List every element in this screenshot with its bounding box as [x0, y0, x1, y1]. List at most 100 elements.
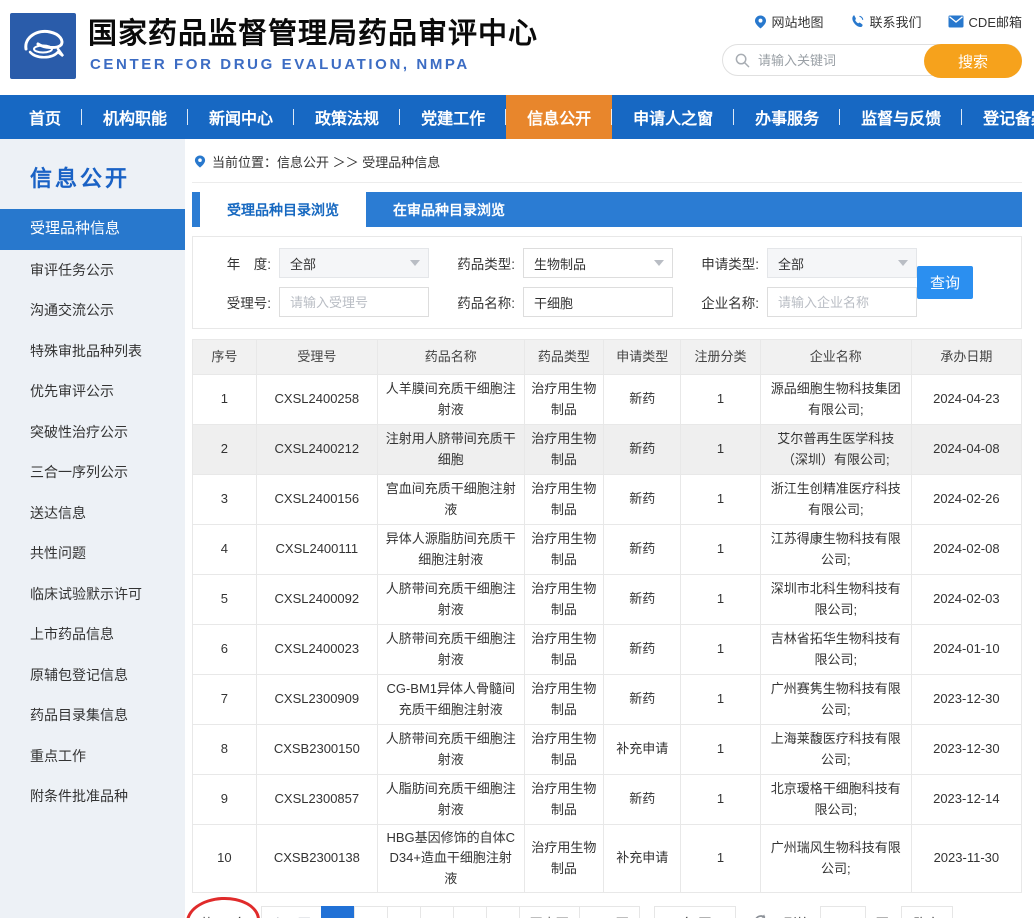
table-row[interactable]: 3 CXSL2400156 宫血间充质干细胞注射液 治疗用生物制品 新药 1 浙… — [193, 475, 1022, 525]
cell-drug-type: 治疗用生物制品 — [524, 575, 604, 625]
cell-drug-type: 治疗用生物制品 — [524, 675, 604, 725]
nav-supervision[interactable]: 监督与反馈 — [840, 95, 962, 139]
tab-accepted-catalog[interactable]: 受理品种目录浏览 — [200, 192, 366, 227]
sidebar-item-breakthrough-therapy[interactable]: 突破性治疗公示 — [0, 412, 185, 453]
nav-info-disclosure[interactable]: 信息公开 — [506, 95, 612, 139]
breadcrumb-text: 当前位置：信息公开 ＞＞ 受理品种信息 — [212, 152, 440, 171]
cell-drug-name: 人脐带间充质干细胞注射液 — [377, 625, 524, 675]
query-button[interactable]: 查询 — [917, 266, 973, 299]
sitemap-link[interactable]: 网站地图 — [754, 12, 824, 31]
cell-accept-no: CXSB2300150 — [256, 725, 377, 775]
cell-accept-no: CXSL2400023 — [256, 625, 377, 675]
confirm-button[interactable]: 确定 — [901, 906, 953, 918]
cell-drug-type: 治疗用生物制品 — [524, 525, 604, 575]
last-page-button[interactable]: 至末页 — [519, 906, 580, 918]
cell-date: 2023-11-30 — [911, 825, 1021, 893]
table-row[interactable]: 4 CXSL2400111 异体人源脂肪间充质干细胞注射液 治疗用生物制品 新药… — [193, 525, 1022, 575]
cell-drug-name: 人脐带间充质干细胞注射液 — [377, 575, 524, 625]
company-input[interactable] — [767, 287, 917, 317]
cell-apply-type: 新药 — [604, 775, 681, 825]
nav-news[interactable]: 新闻中心 — [188, 95, 294, 139]
refresh-icon — [752, 913, 770, 918]
cell-apply-type: 新药 — [604, 675, 681, 725]
cell-date: 2024-02-26 — [911, 475, 1021, 525]
nav-policy[interactable]: 政策法规 — [294, 95, 400, 139]
page-button-2[interactable]: 2 — [354, 906, 388, 918]
col-apply-type: 申请类型 — [604, 340, 681, 375]
sidebar-item-review-tasks[interactable]: 审评任务公示 — [0, 250, 185, 291]
drug-name-input[interactable] — [523, 287, 673, 317]
location-pin-icon — [754, 14, 767, 30]
table-row[interactable]: 10 CXSB2300138 HBG基因修饰的自体CD34+造血干细胞注射液 治… — [193, 825, 1022, 893]
nav-party[interactable]: 党建工作 — [400, 95, 506, 139]
sidebar-item-marketed-drugs[interactable]: 上市药品信息 — [0, 614, 185, 655]
contact-label: 联系我们 — [870, 12, 922, 31]
sidebar-item-three-in-one[interactable]: 三合一序列公示 — [0, 452, 185, 493]
nav-applicant[interactable]: 申请人之窗 — [612, 95, 734, 139]
goto-prefix: 到第 — [784, 913, 810, 918]
cell-date: 2023-12-30 — [911, 725, 1021, 775]
cell-drug-name: 宫血间充质干细胞注射液 — [377, 475, 524, 525]
tab-under-review-catalog[interactable]: 在审品种目录浏览 — [366, 192, 532, 227]
cell-reg-class: 1 — [681, 775, 761, 825]
sidebar-item-delivery-info[interactable]: 送达信息 — [0, 493, 185, 534]
year-select[interactable]: 全部 — [279, 248, 429, 278]
ellipsis-button[interactable]: ... — [486, 906, 520, 918]
cell-reg-class: 1 — [681, 575, 761, 625]
next-page-button[interactable]: 下一页 — [579, 906, 640, 918]
sidebar-item-clinical-trial-license[interactable]: 临床试验默示许可 — [0, 574, 185, 615]
cde-logo[interactable] — [10, 13, 76, 79]
table-row[interactable]: 8 CXSB2300150 人脐带间充质干细胞注射液 治疗用生物制品 补充申请 … — [193, 725, 1022, 775]
page-size-select[interactable]: 10 条/页 ∨ — [654, 906, 736, 918]
chevron-down-icon — [898, 260, 908, 266]
table-row[interactable]: 1 CXSL2400258 人羊膜间充质干细胞注射液 治疗用生物制品 新药 1 … — [193, 375, 1022, 425]
apply-type-select[interactable]: 全部 — [767, 248, 917, 278]
sidebar-item-priority-review[interactable]: 优先审评公示 — [0, 371, 185, 412]
table-row[interactable]: 5 CXSL2400092 人脐带间充质干细胞注射液 治疗用生物制品 新药 1 … — [193, 575, 1022, 625]
chevron-down-icon — [654, 260, 664, 266]
page-buttons: 上一页 1 2 3 4 5 ... 至末页 下一页 — [262, 906, 640, 918]
sidebar-item-key-work[interactable]: 重点工作 — [0, 736, 185, 777]
cell-drug-name: 注射用人脐带间充质干细胞 — [377, 425, 524, 475]
cell-date: 2024-04-23 — [911, 375, 1021, 425]
page-button-4[interactable]: 4 — [420, 906, 454, 918]
sidebar-item-drug-catalog[interactable]: 药品目录集信息 — [0, 695, 185, 736]
cell-seq: 10 — [193, 825, 257, 893]
table-row[interactable]: 7 CXSL2300909 CG-BM1异体人骨髓间充质干细胞注射液 治疗用生物… — [193, 675, 1022, 725]
nav-home[interactable]: 首页 — [8, 95, 82, 139]
sidebar-title: 信息公开 — [0, 161, 185, 193]
company-label: 企业名称: — [695, 292, 759, 312]
nav-registration-platform[interactable]: 登记备案平台 — [962, 95, 1034, 139]
sidebar-item-excipients-registration[interactable]: 原辅包登记信息 — [0, 655, 185, 696]
search-button[interactable]: 搜索 — [924, 44, 1022, 78]
page-button-5[interactable]: 5 — [453, 906, 487, 918]
sidebar-item-special-approval[interactable]: 特殊审批品种列表 — [0, 331, 185, 372]
annotation-red-circle — [185, 895, 261, 918]
cell-apply-type: 新药 — [604, 475, 681, 525]
table-row[interactable]: 2 CXSL2400212 注射用人脐带间充质干细胞 治疗用生物制品 新药 1 … — [193, 425, 1022, 475]
table-row[interactable]: 6 CXSL2400023 人脐带间充质干细胞注射液 治疗用生物制品 新药 1 … — [193, 625, 1022, 675]
nav-functions[interactable]: 机构职能 — [82, 95, 188, 139]
drug-type-select[interactable]: 生物制品 — [523, 248, 673, 278]
prev-page-button[interactable]: 上一页 — [261, 906, 322, 918]
sidebar-item-communication[interactable]: 沟通交流公示 — [0, 290, 185, 331]
page-button-1[interactable]: 1 — [321, 906, 355, 918]
table-row[interactable]: 9 CXSL2300857 人脂肪间充质干细胞注射液 治疗用生物制品 新药 1 … — [193, 775, 1022, 825]
sidebar-item-conditional-approval[interactable]: 附条件批准品种 — [0, 776, 185, 817]
goto-page-input[interactable] — [820, 906, 866, 918]
nav-services[interactable]: 办事服务 — [734, 95, 840, 139]
sidebar-item-common-issues[interactable]: 共性问题 — [0, 533, 185, 574]
cell-seq: 8 — [193, 725, 257, 775]
cell-seq: 7 — [193, 675, 257, 725]
refresh-button[interactable] — [752, 913, 770, 918]
contact-link[interactable]: 联系我们 — [850, 12, 922, 31]
cell-drug-name: 异体人源脂肪间充质干细胞注射液 — [377, 525, 524, 575]
cell-accept-no: CXSL2400092 — [256, 575, 377, 625]
accept-no-input[interactable] — [279, 287, 429, 317]
mailbox-link[interactable]: CDE邮箱 — [948, 12, 1022, 31]
sidebar-item-accepted-varieties[interactable]: 受理品种信息 — [0, 209, 185, 250]
cell-apply-type: 新药 — [604, 625, 681, 675]
quick-links: 网站地图 联系我们 CDE邮箱 — [722, 12, 1022, 31]
goto-suffix: 页 — [876, 913, 889, 918]
page-button-3[interactable]: 3 — [387, 906, 421, 918]
